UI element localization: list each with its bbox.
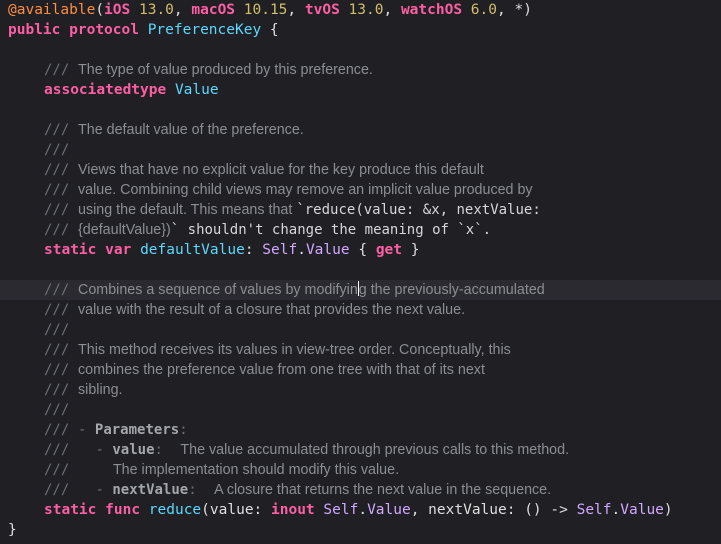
protocol-name: PreferenceKey bbox=[147, 22, 262, 38]
doc-comment-line: /// value. Combining child views may rem… bbox=[44, 182, 533, 198]
doc-comment-line-current: /// Combines a sequence of values by mod… bbox=[0, 280, 721, 300]
platform-watchos: watchOS bbox=[400, 2, 463, 18]
doc-comment-param-value-cont: /// The implementation should modify thi… bbox=[44, 462, 400, 478]
doc-comment-line: /// sibling. bbox=[44, 382, 123, 398]
platform-ios: iOS bbox=[104, 2, 131, 18]
doc-comment-param-nextvalue: /// - nextValue: A closure that returns … bbox=[44, 482, 552, 498]
code-line-associatedtype: associatedtype Value bbox=[44, 82, 219, 98]
platform-tvos: tvOS bbox=[304, 2, 340, 18]
doc-comment-line: /// combines the preference value from o… bbox=[44, 362, 485, 378]
attribute-available: @available bbox=[8, 2, 96, 18]
code-line-default-value: static var defaultValue: Self.Value { ge… bbox=[44, 242, 420, 258]
doc-comment-line: /// The default value of the preference. bbox=[44, 122, 304, 138]
code-editor[interactable]: @available(iOS 13.0, macOS 10.15, tvOS 1… bbox=[0, 0, 721, 544]
platform-macos: macOS bbox=[191, 2, 236, 18]
doc-comment-line: /// bbox=[44, 402, 70, 418]
doc-comment-parameters: /// - Parameters: bbox=[44, 422, 188, 438]
doc-comment-line: /// bbox=[44, 322, 70, 338]
code-line-closing-brace: } bbox=[8, 522, 17, 538]
code-line-protocol: public protocol PreferenceKey { bbox=[8, 22, 279, 38]
doc-comment-line: /// The type of value produced by this p… bbox=[44, 62, 373, 78]
doc-comment-line: /// value with the result of a closure t… bbox=[44, 302, 466, 318]
doc-comment-line: /// This method receives its values in v… bbox=[44, 342, 511, 358]
doc-comment-param-value: /// - value: The value accumulated throu… bbox=[44, 442, 570, 458]
doc-comment-line: /// bbox=[44, 142, 70, 158]
doc-comment-line: /// Views that have no explicit value fo… bbox=[44, 162, 484, 178]
code-line-available: @available(iOS 13.0, macOS 10.15, tvOS 1… bbox=[8, 2, 532, 18]
doc-comment-line: /// using the default. This means that `… bbox=[44, 202, 541, 218]
doc-comment-line: /// {defaultValue})` shouldn't change th… bbox=[44, 222, 492, 238]
code-line-reduce: static func reduce(value: inout Self.Val… bbox=[44, 502, 673, 518]
